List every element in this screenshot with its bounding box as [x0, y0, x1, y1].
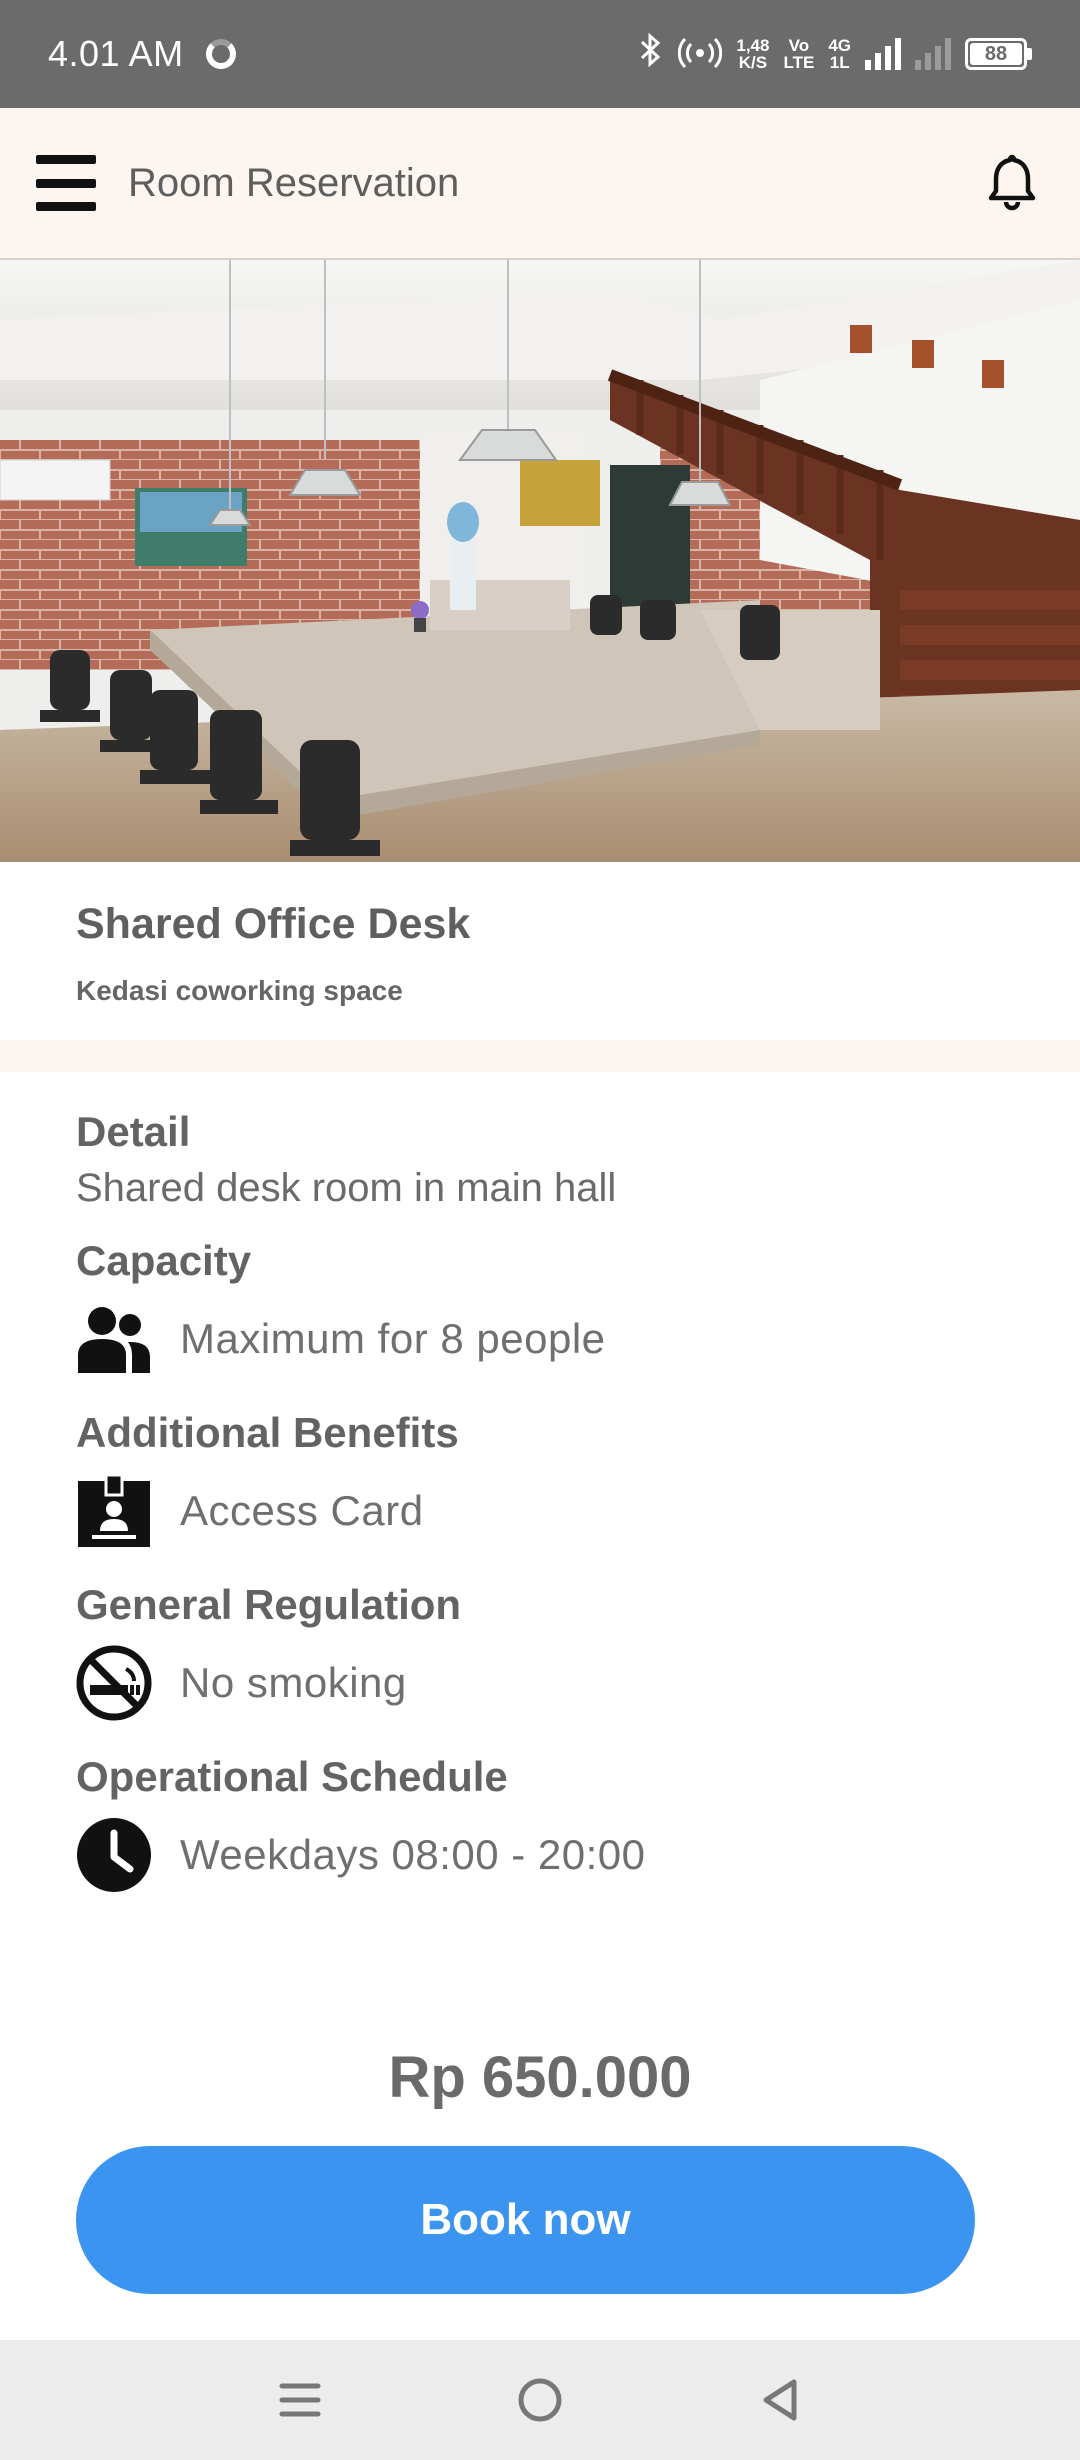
schedule-row: Weekdays 08:00 - 20:00	[76, 1815, 1016, 1895]
benefits-text: Access Card	[180, 1487, 424, 1534]
capacity-heading: Capacity	[76, 1237, 252, 1284]
signal-strength-sim2-icon	[915, 38, 951, 70]
battery-level: 88	[970, 43, 1022, 65]
room-details: Detail Shared desk room in main hall Cap…	[76, 1072, 1016, 1895]
network-type: 4G 1L	[828, 36, 851, 72]
sync-indicator-icon	[205, 39, 236, 69]
capacity-text: Maximum for 8 people	[180, 1315, 606, 1362]
system-nav-bar	[0, 2340, 1080, 2460]
net-speed: 1,48 K/S	[736, 36, 770, 72]
schedule-heading: Operational Schedule	[76, 1753, 508, 1800]
regulation-text: No smoking	[180, 1659, 407, 1706]
home-icon[interactable]	[510, 2370, 570, 2430]
section-divider	[0, 1040, 1080, 1072]
clock-icon	[77, 1818, 151, 1892]
people-group-icon	[78, 1307, 150, 1373]
signal-strength-icon	[865, 38, 901, 70]
id-badge-icon	[78, 1473, 150, 1547]
benefits-heading: Additional Benefits	[76, 1409, 459, 1456]
schedule-text: Weekdays 08:00 - 20:00	[180, 1831, 646, 1878]
capacity-row: Maximum for 8 people	[76, 1299, 1016, 1379]
status-time: 4.01 AM	[48, 33, 184, 74]
app-bar: Room Reservation	[0, 108, 1080, 260]
battery-icon: 88	[965, 38, 1032, 70]
room-name: Shared Office Desk	[76, 900, 471, 948]
back-icon[interactable]	[750, 2370, 810, 2430]
detail-text: Shared desk room in main hall	[76, 1166, 617, 1210]
room-photo	[0, 260, 1080, 862]
hotspot-icon	[678, 35, 723, 74]
page-title: Room Reservation	[128, 160, 460, 205]
bluetooth-icon	[638, 32, 664, 76]
regulation-row: No smoking	[76, 1643, 1016, 1723]
status-bar: 4.01 AM 1,48 K/S Vo LTE 4G 1L 88	[0, 0, 1080, 108]
volte-indicator: Vo LTE	[783, 36, 815, 72]
hamburger-menu-icon[interactable]	[36, 153, 96, 213]
room-header: Shared Office Desk Kedasi coworking spac…	[0, 862, 1080, 1040]
room-price: Rp 650.000	[388, 2045, 692, 2110]
recent-apps-icon[interactable]	[270, 2370, 330, 2430]
status-indicators: 1,48 K/S Vo LTE 4G 1L 88	[638, 32, 1032, 76]
detail-heading: Detail	[76, 1108, 191, 1155]
regulation-heading: General Regulation	[76, 1581, 462, 1628]
book-now-button[interactable]: Book now	[76, 2146, 975, 2294]
room-location: Kedasi coworking space	[76, 975, 403, 1006]
no-smoking-icon	[76, 1645, 152, 1721]
bell-icon[interactable]	[980, 151, 1044, 215]
room-detail-screen: 4.01 AM 1,48 K/S Vo LTE 4G 1L 88 Room Re…	[0, 0, 1080, 2460]
benefits-row: Access Card	[76, 1471, 1016, 1551]
